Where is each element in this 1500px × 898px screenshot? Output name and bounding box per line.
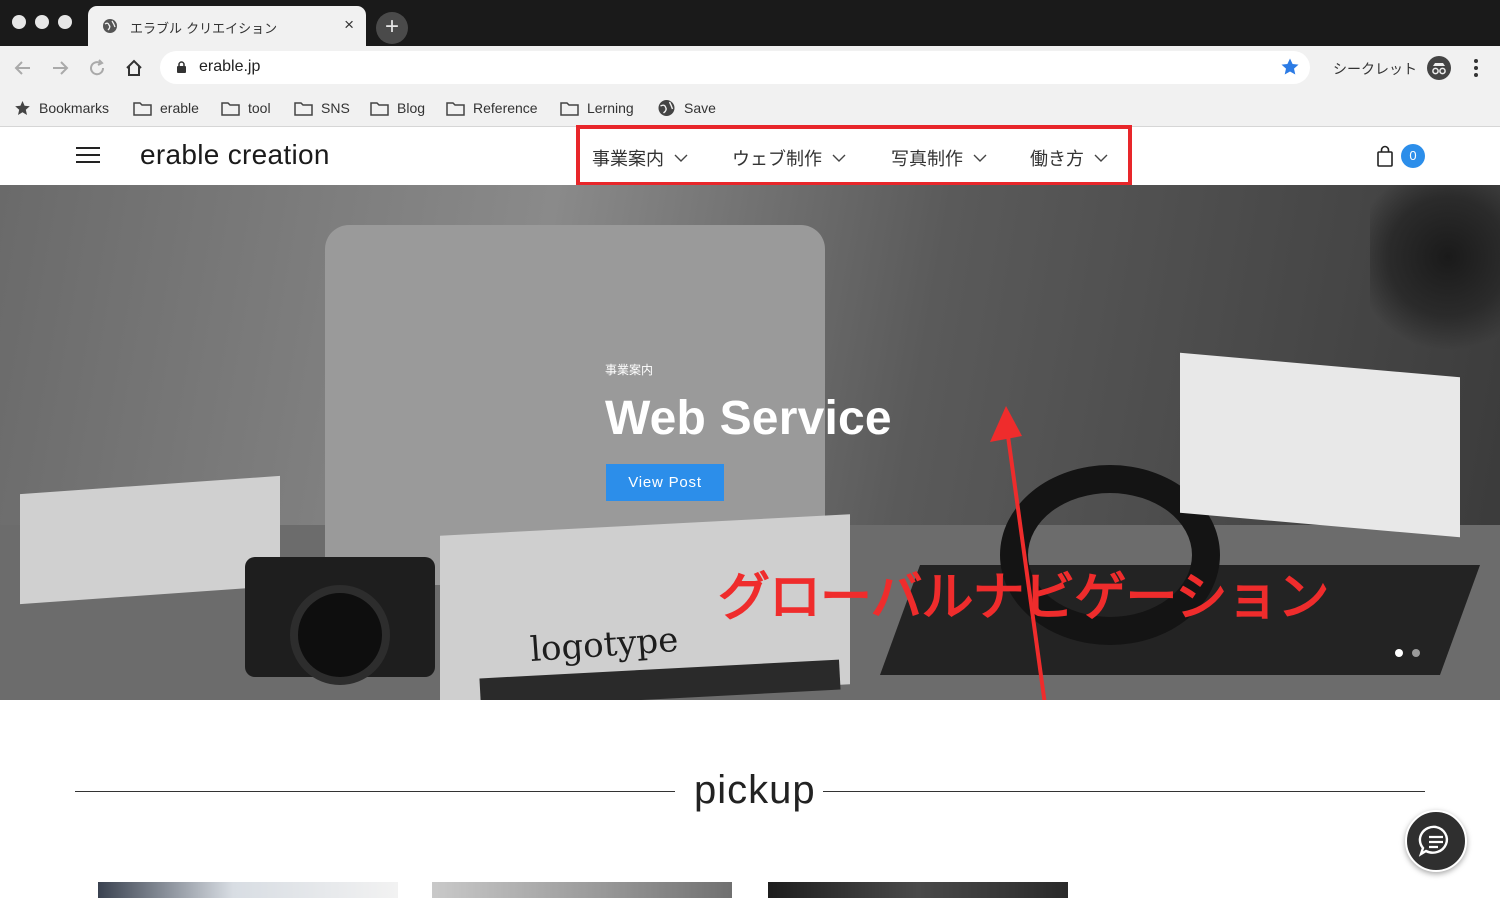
bookmark-item[interactable]: Blog [370,97,425,119]
view-post-button[interactable]: View Post [606,464,724,501]
bookmark-label: Save [684,100,716,116]
bookmark-star-icon[interactable] [1280,57,1300,77]
hero-slider: logotype 事業案内 Web Service View Post グローバ… [0,185,1500,700]
window-zoom-dot[interactable] [58,15,72,29]
tab-close-icon[interactable]: × [344,15,354,35]
chat-bubble-icon [1418,825,1449,857]
bookmark-label: Bookmarks [39,100,110,116]
shopping-bag-icon[interactable] [1376,145,1394,167]
hero-photo-lens [290,585,390,685]
hero-photo-box [20,475,280,605]
annotation-arrow-icon [990,406,1047,700]
star-icon [15,101,30,115]
incognito-label: シークレット [1333,62,1417,78]
url-text: erable.jp [199,58,261,75]
back-arrow-icon[interactable] [12,57,34,79]
nav-item-work[interactable]: 働き方 [1030,145,1108,171]
address-bar[interactable]: erable.jp [160,51,1310,84]
bookmark-label: Blog [397,100,426,116]
nav-item-label: 事業案内 [592,149,664,170]
section-heading: pickup [694,768,816,812]
hero-category[interactable]: 事業案内 [605,361,653,378]
pickup-card-thumbnail[interactable] [432,882,732,898]
window-close-dot[interactable] [12,15,26,29]
incognito-icon[interactable] [1427,56,1451,80]
nav-item-label: 働き方 [1030,149,1084,170]
annotation-label: グローバルナビゲーション [718,568,1329,628]
nav-item-business[interactable]: 事業案内 [592,145,688,171]
home-icon[interactable] [123,57,145,79]
tab-title: エラブル クリエイション [130,22,278,37]
window-minimize-dot[interactable] [35,15,49,29]
new-tab-button[interactable]: + [376,12,408,44]
globe-icon [103,19,117,33]
chat-button[interactable] [1405,810,1467,872]
bookmark-item[interactable]: SNS [294,97,350,119]
chevron-down-icon [674,154,688,162]
nav-item-label: 写真制作 [891,149,963,170]
bookmark-label: Lerning [587,100,634,116]
chevron-down-icon [1094,154,1108,162]
bookmark-item[interactable]: erable [133,97,199,119]
bookmark-item[interactable]: Reference [446,97,538,119]
hero-photo-plant [1370,185,1500,365]
hero-title[interactable]: Web Service [605,391,892,446]
folder-icon [133,101,152,116]
bookmark-item[interactable]: tool [221,97,271,119]
reload-icon[interactable] [86,57,108,79]
lock-icon [177,61,186,73]
nav-item-label: ウェブ制作 [732,149,822,170]
bookmark-label: erable [160,100,199,116]
folder-icon [294,101,313,116]
bookmark-item[interactable]: Bookmarks [14,97,109,119]
bookmark-item[interactable]: Lerning [560,97,634,119]
browser-tab-bar: エラブル クリエイション × + [0,0,1500,46]
folder-icon [560,101,579,116]
chevron-down-icon [973,154,987,162]
folder-icon [370,101,389,116]
nav-item-web[interactable]: ウェブ制作 [732,145,846,171]
forward-arrow-icon[interactable] [49,57,71,79]
bookmark-label: Reference [473,100,538,116]
globe-icon [658,100,675,116]
global-navigation: 事業案内 ウェブ制作 写真制作 働き方 [576,125,1132,186]
pickup-card-thumbnail[interactable] [98,882,398,898]
nav-item-photo[interactable]: 写真制作 [891,145,987,171]
bookmark-item[interactable]: Save [657,97,716,119]
hero-photo-magazines [1180,352,1460,538]
bookmark-label: tool [248,100,271,116]
slider-dot-active[interactable] [1395,649,1403,657]
browser-tab[interactable]: エラブル クリエイション × [88,6,366,46]
browser-menu-icon[interactable] [1470,57,1482,79]
browser-toolbar: erable.jp シークレット [0,46,1500,90]
folder-icon [221,101,240,116]
cart-count-badge: 0 [1401,144,1425,168]
chevron-down-icon [832,154,846,162]
pickup-card-thumbnail[interactable] [768,882,1068,898]
divider [823,791,1425,792]
site-logo[interactable]: erable creation [140,139,330,171]
site-header: erable creation 事業案内 ウェブ制作 写真制作 働き方 0 [0,125,1500,186]
folder-icon [446,101,465,116]
bookmark-label: SNS [321,100,350,116]
bookmarks-bar: Bookmarks erable tool SNS Blog Reference… [0,90,1500,127]
hamburger-menu-icon[interactable] [76,147,100,165]
divider [75,791,675,792]
slider-dot[interactable] [1412,649,1420,657]
